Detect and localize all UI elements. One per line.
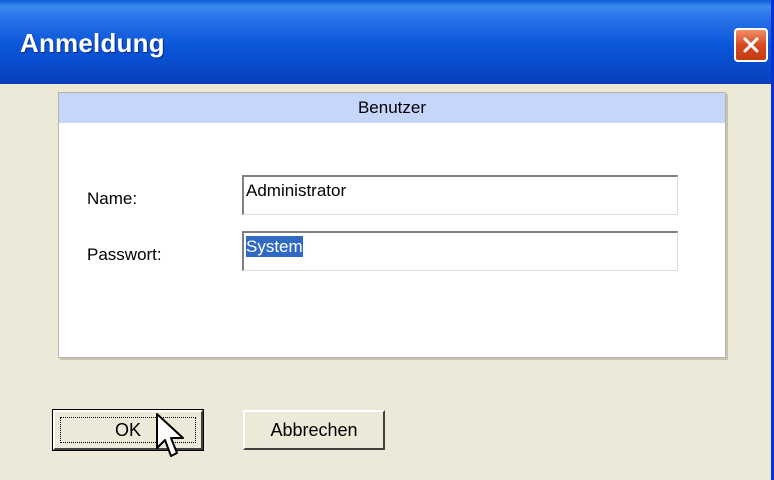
mouse-cursor-icon: [156, 413, 184, 457]
name-label: Name:: [87, 189, 138, 208]
cancel-button[interactable]: Abbrechen: [243, 410, 385, 450]
login-dialog: Anmeldung Benutzer Name: Administrator P…: [0, 0, 774, 480]
window-title: Anmeldung: [20, 28, 165, 58]
title-bar[interactable]: Anmeldung: [0, 0, 771, 84]
password-input[interactable]: System: [242, 231, 678, 271]
close-button[interactable]: [734, 28, 768, 62]
dialog-content: Benutzer Name: Administrator Passwort: S…: [0, 84, 771, 480]
user-panel: Benutzer Name: Administrator Passwort: S…: [58, 92, 726, 358]
name-input-value: Administrator: [246, 181, 347, 200]
password-label: Passwort:: [87, 245, 162, 264]
password-input-value: System: [246, 236, 303, 257]
panel-header: Benutzer: [59, 93, 725, 123]
cancel-button-label: Abbrechen: [270, 419, 358, 440]
close-icon: [743, 37, 759, 53]
name-input[interactable]: Administrator: [242, 175, 678, 215]
